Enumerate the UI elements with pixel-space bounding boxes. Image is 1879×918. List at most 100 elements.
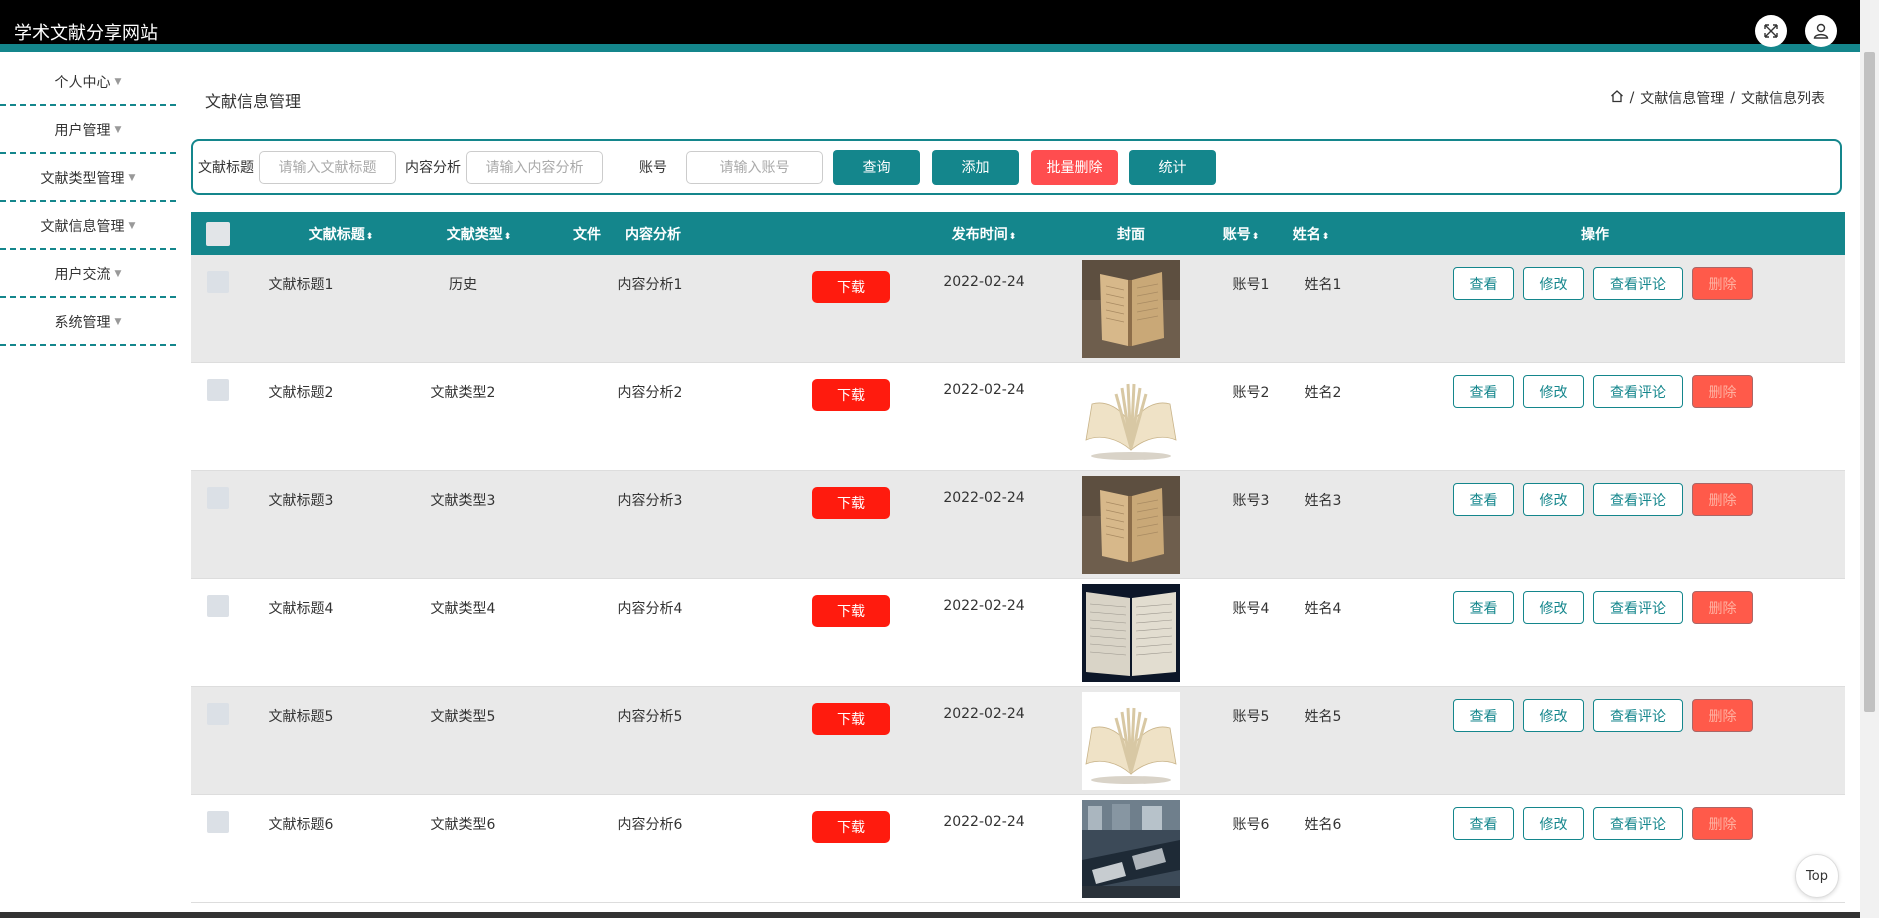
row-checkbox[interactable] <box>207 811 229 833</box>
delete-button[interactable]: 删除 <box>1692 807 1753 840</box>
sidebar-item-label: 个人中心 <box>54 75 111 91</box>
page-scrollbar[interactable] <box>1860 0 1879 918</box>
sidebar-item-user-management[interactable]: 用户管理 ▼ <box>0 108 176 154</box>
sidebar-item-personal-center[interactable]: 个人中心 ▼ <box>0 60 176 106</box>
view-button[interactable]: 查看 <box>1453 699 1514 732</box>
view-comments-button[interactable]: 查看评论 <box>1593 807 1683 840</box>
cell-name: 姓名5 <box>1304 709 1342 725</box>
breadcrumb: / 文献信息管理 / 文献信息列表 <box>1610 88 1825 108</box>
table-row: 文献标题2 文献类型2 内容分析2 下载 2022-02-24 账号2 姓名2 查看 修改 查看… <box>191 363 1845 471</box>
view-button[interactable]: 查看 <box>1453 375 1514 408</box>
edit-button[interactable]: 修改 <box>1523 267 1584 300</box>
delete-button[interactable]: 删除 <box>1692 375 1753 408</box>
download-button[interactable]: 下载 <box>812 487 890 519</box>
header-type[interactable]: 文献类型⬍ <box>429 224 529 244</box>
view-button[interactable]: 查看 <box>1453 267 1514 300</box>
sidebar-item-user-exchange[interactable]: 用户交流 ▼ <box>0 252 176 298</box>
view-button[interactable]: 查看 <box>1453 591 1514 624</box>
scrollbar-thumb[interactable] <box>1864 52 1875 712</box>
view-button[interactable]: 查看 <box>1453 807 1514 840</box>
view-comments-button[interactable]: 查看评论 <box>1593 699 1683 732</box>
search-form: 文献标题 内容分析 账号 查询 添加 批量删除 统计 <box>191 139 1842 195</box>
header-cover: 封面 <box>1117 226 1145 243</box>
sort-icon: ⬍ <box>1321 231 1330 242</box>
sidebar-item-doc-type-management[interactable]: 文献类型管理 ▼ <box>0 156 176 202</box>
header-label: 发布时间 <box>951 226 1008 243</box>
breadcrumb-item: 文献信息列表 <box>1741 91 1825 107</box>
fullscreen-icon[interactable] <box>1755 15 1787 47</box>
title-search-input[interactable] <box>259 150 396 184</box>
download-button[interactable]: 下载 <box>812 703 890 735</box>
cover-image <box>1082 692 1180 790</box>
select-all-checkbox[interactable] <box>206 222 230 246</box>
cell-date: 2022-02-24 <box>943 814 1025 830</box>
header-date[interactable]: 发布时间⬍ <box>934 224 1034 244</box>
view-comments-button[interactable]: 查看评论 <box>1593 483 1683 516</box>
delete-button[interactable]: 删除 <box>1692 267 1753 300</box>
view-button[interactable]: 查看 <box>1453 483 1514 516</box>
add-button[interactable]: 添加 <box>932 149 1019 185</box>
breadcrumb-separator: / <box>1629 90 1635 106</box>
view-comments-button[interactable]: 查看评论 <box>1593 267 1683 300</box>
cell-name: 姓名4 <box>1304 601 1342 617</box>
doc-table: 文献标题⬍ 文献类型⬍ 内容分析 文件 发布时间⬍ 封面 账号⬍ 姓名⬍ 操作 … <box>191 212 1845 903</box>
user-icon[interactable] <box>1805 15 1837 47</box>
cell-date: 2022-02-24 <box>943 706 1025 722</box>
edit-button[interactable]: 修改 <box>1523 807 1584 840</box>
sidebar-item-label: 文献信息管理 <box>40 219 125 235</box>
delete-button[interactable]: 删除 <box>1692 483 1753 516</box>
stats-button[interactable]: 统计 <box>1129 149 1216 185</box>
breadcrumb-item[interactable]: 文献信息管理 <box>1640 88 1724 108</box>
download-button[interactable]: 下载 <box>812 271 890 303</box>
download-button[interactable]: 下载 <box>812 595 890 627</box>
row-checkbox[interactable] <box>207 271 229 293</box>
delete-button[interactable]: 删除 <box>1692 591 1753 624</box>
download-button[interactable]: 下载 <box>812 811 890 843</box>
cover-image <box>1082 584 1180 682</box>
cell-name: 姓名1 <box>1304 277 1342 293</box>
row-checkbox[interactable] <box>207 379 229 401</box>
cover-image <box>1082 368 1180 466</box>
cell-type: 文献类型2 <box>430 385 496 401</box>
row-checkbox[interactable] <box>207 595 229 617</box>
sidebar-item-doc-info-management[interactable]: 文献信息管理 ▼ <box>0 204 176 250</box>
header-label: 文献类型 <box>446 226 503 243</box>
view-comments-button[interactable]: 查看评论 <box>1593 375 1683 408</box>
header-title[interactable]: 文献标题⬍ <box>291 224 391 244</box>
cell-account: 账号4 <box>1232 601 1270 617</box>
edit-button[interactable]: 修改 <box>1523 699 1584 732</box>
caret-down-icon: ▼ <box>114 269 122 279</box>
edit-button[interactable]: 修改 <box>1523 483 1584 516</box>
sidebar-item-label: 用户交流 <box>54 267 111 283</box>
edit-button[interactable]: 修改 <box>1523 591 1584 624</box>
header-ops: 操作 <box>1581 226 1609 243</box>
cell-date: 2022-02-24 <box>943 490 1025 506</box>
cover-image <box>1082 800 1180 898</box>
row-checkbox[interactable] <box>207 487 229 509</box>
cell-content: 内容分析4 <box>617 601 683 617</box>
header-name[interactable]: 姓名⬍ <box>1281 224 1341 244</box>
delete-button[interactable]: 删除 <box>1692 699 1753 732</box>
back-to-top-button[interactable]: Top <box>1795 854 1839 898</box>
sidebar-item-system-management[interactable]: 系统管理 ▼ <box>0 300 176 346</box>
cell-date: 2022-02-24 <box>943 274 1025 290</box>
view-comments-button[interactable]: 查看评论 <box>1593 591 1683 624</box>
header-account[interactable]: 账号⬍ <box>1211 224 1271 244</box>
cell-account: 账号2 <box>1232 385 1270 401</box>
query-button[interactable]: 查询 <box>833 149 920 185</box>
account-search-input[interactable] <box>686 150 823 184</box>
table-row: 文献标题3 文献类型3 内容分析3 下载 2022-02-24 账号3 姓名3 查看 修改 查看… <box>191 471 1845 579</box>
home-icon[interactable] <box>1610 89 1624 107</box>
header-label: 账号 <box>1222 226 1251 243</box>
edit-button[interactable]: 修改 <box>1523 375 1584 408</box>
header-label: 文献标题 <box>308 226 365 243</box>
batch-delete-button[interactable]: 批量删除 <box>1031 149 1118 185</box>
cell-account: 账号1 <box>1232 277 1270 293</box>
cell-type: 文献类型4 <box>430 601 496 617</box>
content-search-input[interactable] <box>466 150 603 184</box>
table-row: 文献标题1 历史 内容分析1 下载 2022-02-24 账号1 姓名1 查看 修改 查看评论删… <box>191 255 1845 363</box>
row-checkbox[interactable] <box>207 703 229 725</box>
account-label: 账号 <box>639 160 667 176</box>
cell-date: 2022-02-24 <box>943 598 1025 614</box>
download-button[interactable]: 下载 <box>812 379 890 411</box>
